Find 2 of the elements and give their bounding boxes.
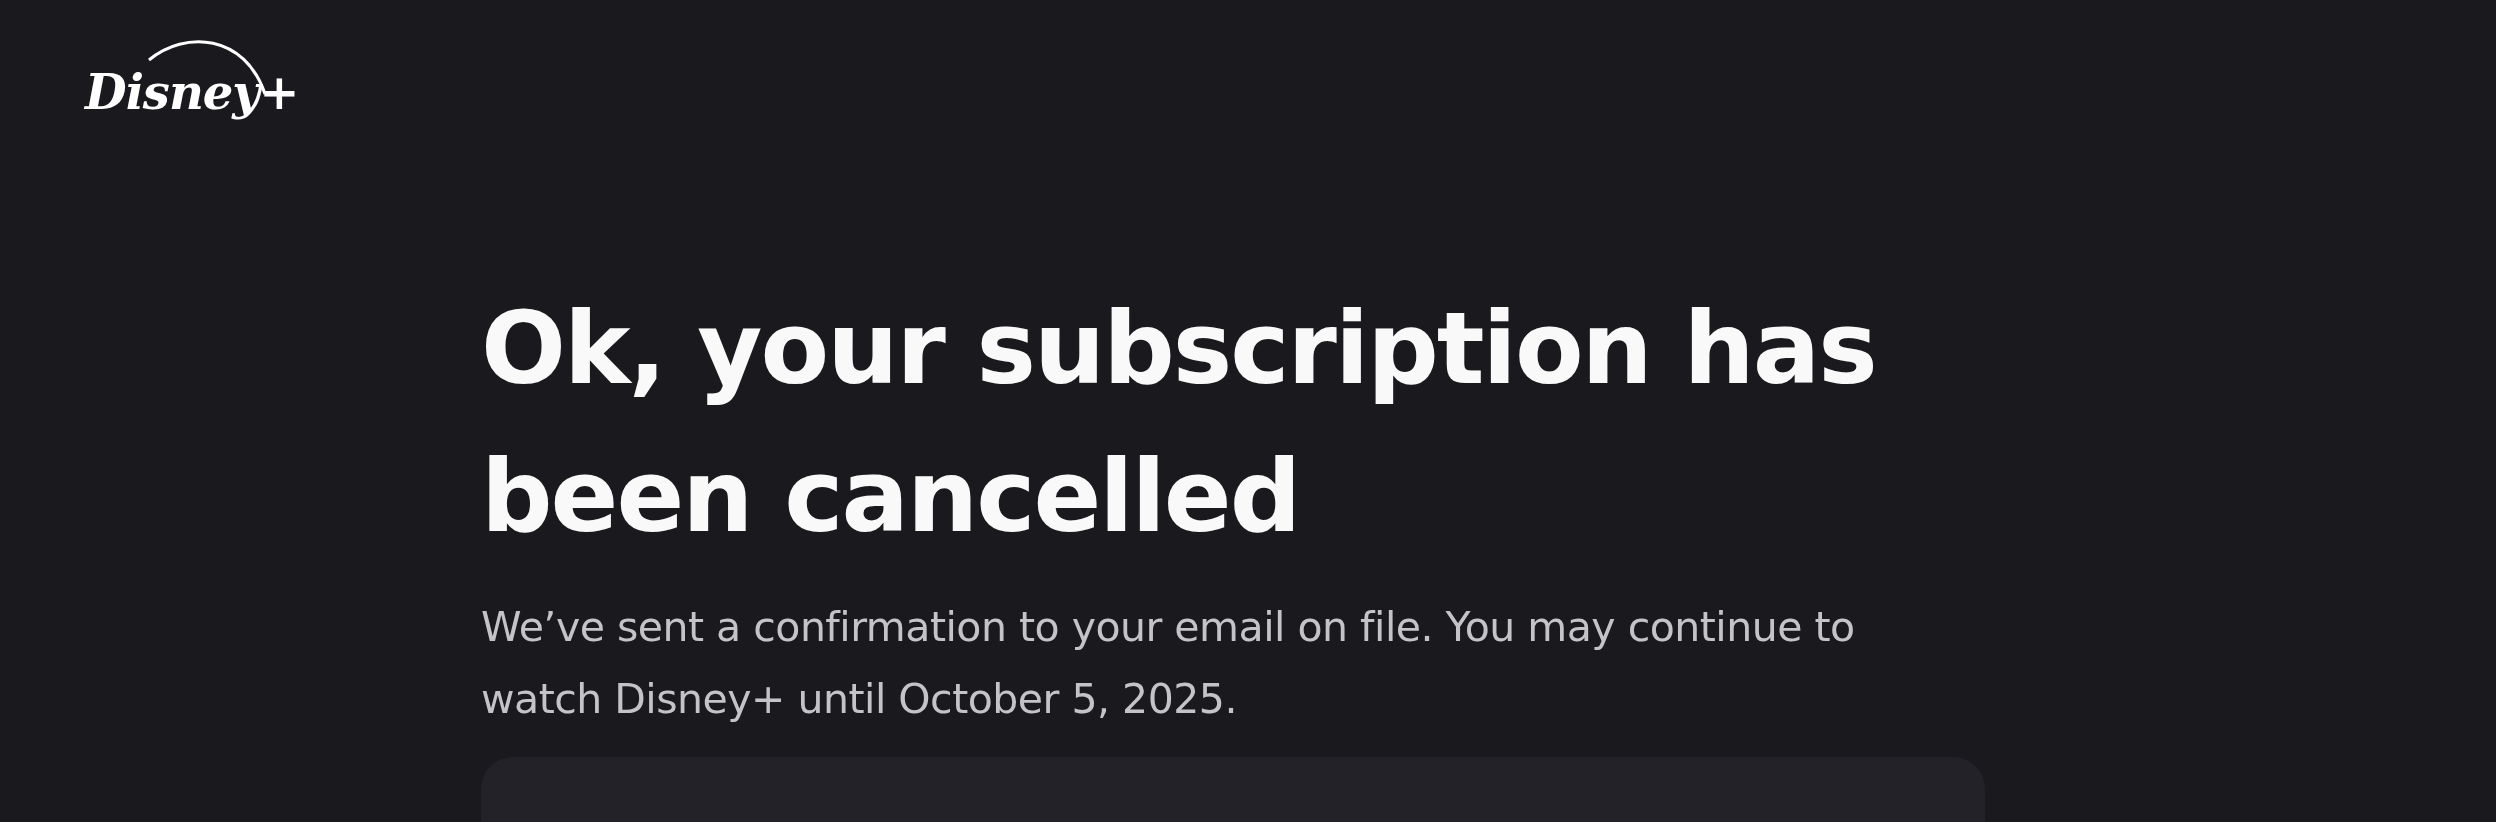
page-heading: Ok, your subscription has been cancelled (481, 289, 1877, 557)
confirmation-message: We’ve sent a confirmation to your email on file. You may continue to watch Disney+ until October 5, 2025. (481, 602, 1856, 725)
